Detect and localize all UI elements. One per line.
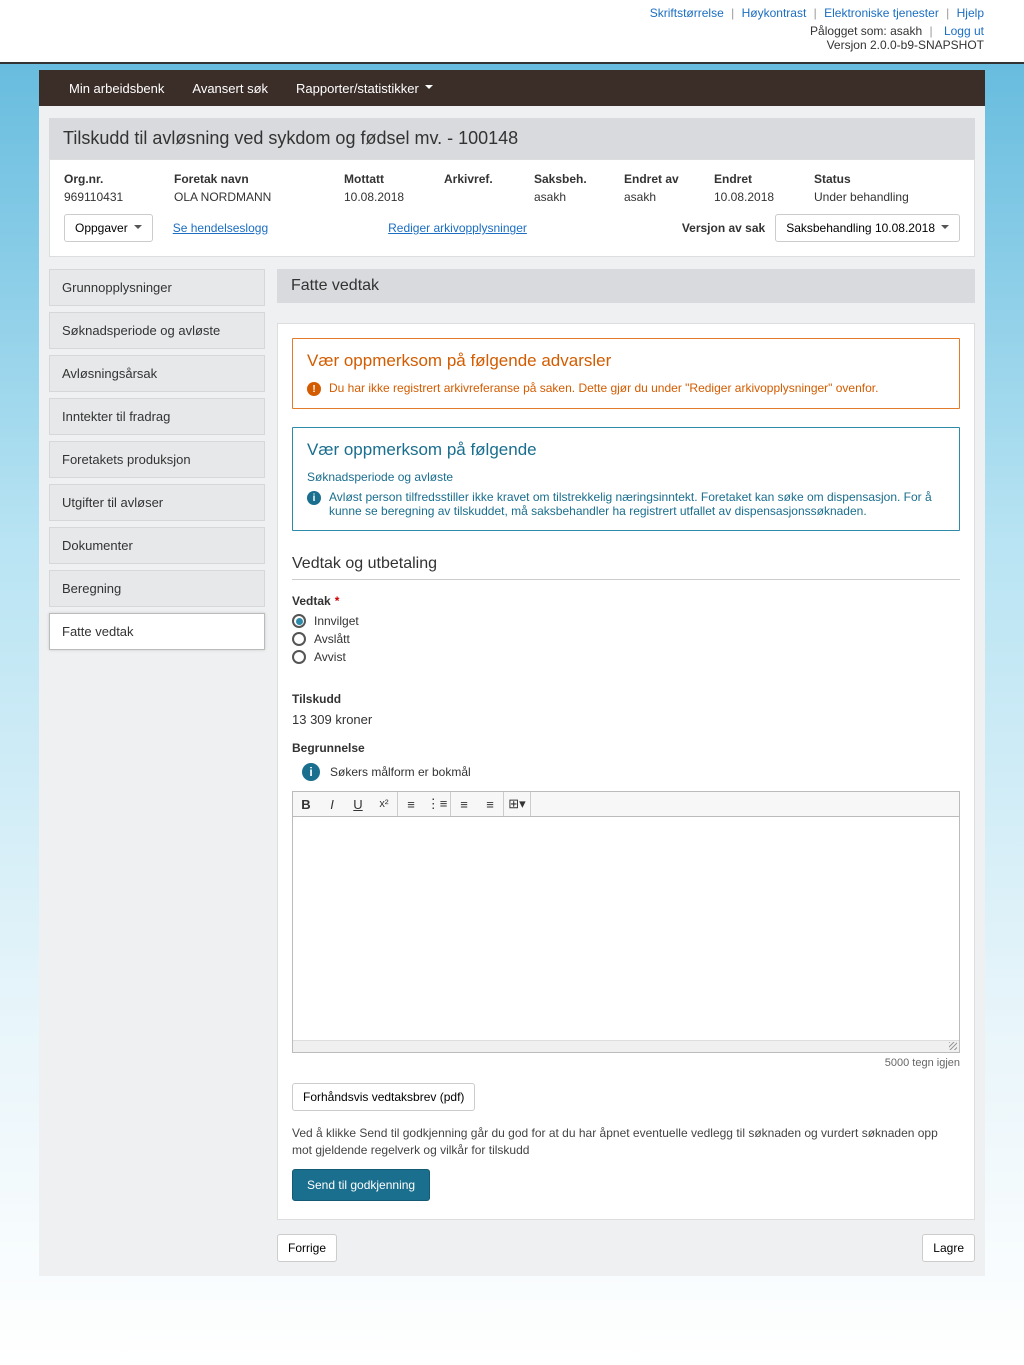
endretav-value: asakh — [624, 190, 694, 204]
vedtak-radio-group: Innvilget Avslått Avvist — [292, 614, 960, 664]
preview-pdf-button[interactable]: Forhåndsvis vedtaksbrev (pdf) — [292, 1083, 475, 1111]
exclamation-icon: ! — [307, 382, 321, 396]
link-fontsize[interactable]: Skriftstørrelse — [650, 6, 724, 20]
mottatt-label: Mottatt — [344, 172, 424, 186]
versjon-dropdown[interactable]: Saksbehandling 10.08.2018 — [775, 214, 960, 242]
radio-label: Innvilget — [314, 614, 359, 628]
italic-icon[interactable]: I — [319, 792, 345, 816]
tilskudd-label: Tilskudd — [292, 692, 960, 706]
section-heading: Vedtak og utbetaling — [292, 555, 960, 580]
send-disclaimer: Ved å klikke Send til godkjenning går du… — [292, 1125, 960, 1159]
logged-in-label: Pålogget som: — [810, 24, 887, 38]
radio-label: Avvist — [314, 650, 346, 664]
align-left-icon[interactable]: ≡ — [451, 792, 477, 816]
status-value: Under behandling — [814, 190, 934, 204]
link-eservices[interactable]: Elektroniske tjenester — [824, 6, 939, 20]
mottatt-value: 10.08.2018 — [344, 190, 424, 204]
radio-avvist[interactable] — [292, 650, 306, 664]
sidebar-item-3[interactable]: Inntekter til fradrag — [49, 398, 265, 435]
saksbeh-value: asakh — [534, 190, 604, 204]
radio-innvilget[interactable] — [292, 614, 306, 628]
bullet-list-icon[interactable]: ≡ — [398, 792, 424, 816]
warning-message: Du har ikke registrert arkivreferanse på… — [329, 381, 878, 395]
page-title: Tilskudd til avløsning ved sykdom og fød… — [49, 118, 975, 159]
sidebar-item-0[interactable]: Grunnopplysninger — [49, 269, 265, 306]
vedtak-label: Vedtak* — [292, 594, 960, 608]
sidebar-nav: Grunnopplysninger Søknadsperiode og avløs… — [49, 269, 265, 1262]
hendelseslogg-link[interactable]: Se hendelseslogg — [173, 221, 268, 235]
version-text: Versjon 2.0.0-b9-SNAPSHOT — [827, 38, 984, 52]
logged-in-user: asakh — [890, 24, 922, 38]
header-utility-links: Skriftstørrelse | Høykontrast | Elektron… — [40, 6, 984, 20]
sidebar-item-8[interactable]: Fatte vedtak — [49, 613, 265, 650]
underline-icon[interactable]: U — [345, 792, 371, 816]
begrunnelse-textarea[interactable] — [293, 817, 959, 1037]
maalform-info: Søkers målform er bokmål — [330, 765, 471, 779]
resize-handle-icon[interactable] — [293, 1040, 959, 1052]
sidebar-item-7[interactable]: Beregning — [49, 570, 265, 607]
endretav-label: Endret av — [624, 172, 694, 186]
nav-reports-dropdown[interactable]: Rapporter/statistikker — [282, 81, 447, 96]
main-navbar: Min arbeidsbenk Avansert søk Rapporter/s… — [39, 70, 985, 106]
rediger-arkiv-link[interactable]: Rediger arkivopplysninger — [388, 221, 527, 235]
send-godkjenning-button[interactable]: Send til godkjenning — [292, 1169, 430, 1201]
char-count: 5000 tegn igjen — [292, 1057, 960, 1069]
table-icon[interactable]: ⊞▾ — [504, 792, 530, 816]
nav-advanced-search[interactable]: Avansert søk — [178, 81, 282, 96]
warning-title: Vær oppmerksom på følgende advarsler — [307, 351, 945, 371]
info-icon: i — [302, 763, 320, 781]
status-label: Status — [814, 172, 934, 186]
info-subtitle: Søknadsperiode og avløste — [307, 470, 945, 484]
prev-button[interactable]: Forrige — [277, 1234, 337, 1262]
warning-alert: Vær oppmerksom på følgende advarsler ! D… — [292, 338, 960, 409]
logout-link[interactable]: Logg ut — [944, 24, 984, 38]
editor-toolbar: B I U x² ≡ ⋮≡ ≡ — [293, 792, 959, 817]
save-button[interactable]: Lagre — [922, 1234, 975, 1262]
strikethrough-icon[interactable]: x² — [371, 792, 397, 816]
info-title: Vær oppmerksom på følgende — [307, 440, 945, 460]
foretak-value: OLA NORDMANN — [174, 190, 324, 204]
endret-value: 10.08.2018 — [714, 190, 794, 204]
nav-workbench[interactable]: Min arbeidsbenk — [55, 81, 178, 96]
oppgaver-dropdown[interactable]: Oppgaver — [64, 214, 153, 242]
saksbeh-label: Saksbeh. — [534, 172, 604, 186]
main-heading: Fatte vedtak — [277, 269, 975, 303]
info-alert: Vær oppmerksom på følgende Søknadsperiod… — [292, 427, 960, 531]
tilskudd-value: 13 309 kroner — [292, 712, 372, 727]
sidebar-item-5[interactable]: Utgifter til avløser — [49, 484, 265, 521]
info-message: Avløst person tilfredsstiller ikke krave… — [329, 490, 945, 518]
sidebar-item-1[interactable]: Søknadsperiode og avløste — [49, 312, 265, 349]
orgnr-value: 969110431 — [64, 190, 154, 204]
align-right-icon[interactable]: ≡ — [477, 792, 503, 816]
ordered-list-icon[interactable]: ⋮≡ — [424, 792, 450, 816]
radio-label: Avslått — [314, 632, 350, 646]
bold-icon[interactable]: B — [293, 792, 319, 816]
link-help[interactable]: Hjelp — [957, 6, 984, 20]
sidebar-item-4[interactable]: Foretakets produksjon — [49, 441, 265, 478]
arkivref-label: Arkivref. — [444, 172, 514, 186]
foretak-label: Foretak navn — [174, 172, 324, 186]
info-icon: i — [307, 491, 321, 505]
radio-avslått[interactable] — [292, 632, 306, 646]
case-info-panel: Org.nr. 969110431 Foretak navn OLA NORDM… — [49, 159, 975, 257]
sidebar-item-2[interactable]: Avløsningsårsak — [49, 355, 265, 392]
rich-text-editor: B I U x² ≡ ⋮≡ ≡ — [292, 791, 960, 1053]
orgnr-label: Org.nr. — [64, 172, 154, 186]
sidebar-item-6[interactable]: Dokumenter — [49, 527, 265, 564]
begrunnelse-label: Begrunnelse — [292, 741, 960, 755]
versjon-label: Versjon av sak — [682, 221, 765, 235]
link-contrast[interactable]: Høykontrast — [742, 6, 807, 20]
endret-label: Endret — [714, 172, 794, 186]
